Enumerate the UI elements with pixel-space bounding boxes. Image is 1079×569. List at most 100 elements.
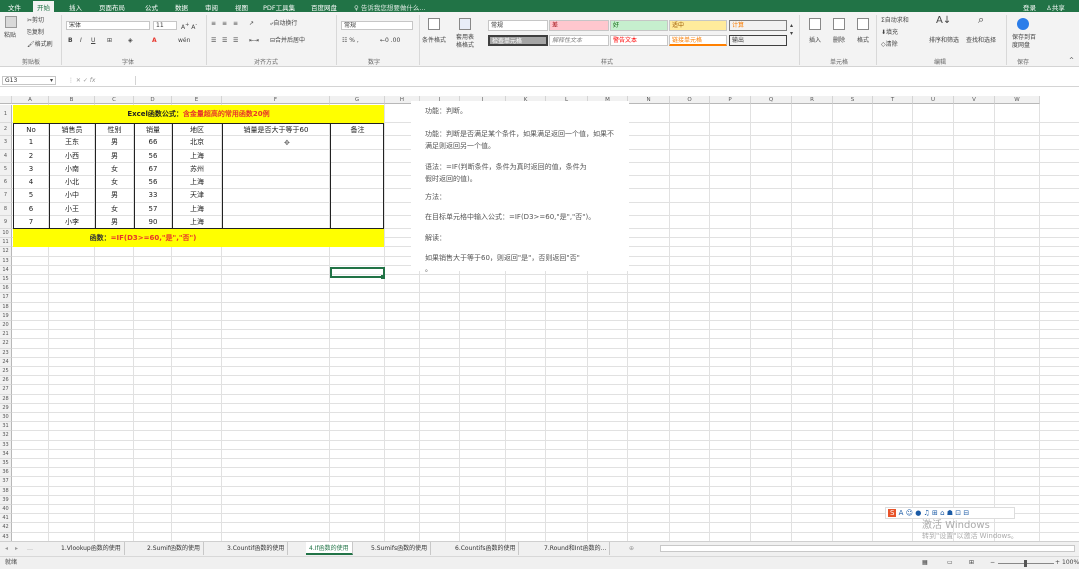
table-cell[interactable]: 7: [13, 217, 49, 227]
row-header[interactable]: 14: [0, 265, 12, 275]
font-size-select[interactable]: 11: [153, 21, 177, 30]
table-cell[interactable]: 67: [134, 164, 172, 174]
align-left-icon[interactable]: ☰: [211, 37, 216, 45]
tab-page-layout[interactable]: 页面布局: [99, 2, 125, 12]
table-cell[interactable]: 1: [13, 137, 49, 147]
save-to-baidu-button[interactable]: 保存到百度网盘: [1012, 34, 1036, 50]
row-header[interactable]: 28: [0, 394, 12, 404]
sheet-tab[interactable]: 6.Countifs函数的使用: [452, 542, 520, 555]
row-header[interactable]: 13: [0, 256, 12, 266]
column-header[interactable]: F: [222, 96, 330, 104]
table-cell[interactable]: 王东: [49, 137, 95, 147]
delete-cells-button[interactable]: 删除: [833, 37, 845, 45]
row-header[interactable]: 29: [0, 403, 12, 413]
table-cell[interactable]: 男: [95, 137, 134, 147]
page-layout-icon[interactable]: ▭: [947, 559, 953, 567]
wrap-text-button[interactable]: ⤶自动换行: [270, 20, 297, 28]
tab-pdf-tools[interactable]: PDF工具集: [263, 2, 295, 12]
row-header[interactable]: 10: [0, 229, 12, 239]
column-header[interactable]: C: [95, 96, 134, 104]
align-top-icon[interactable]: ≡: [211, 20, 216, 28]
table-format-button[interactable]: 套用表格格式: [456, 34, 478, 50]
currency-icon[interactable]: ☷ % ,: [342, 37, 359, 45]
table-cell[interactable]: 90: [134, 217, 172, 227]
table-cell[interactable]: 男: [95, 151, 134, 161]
tell-me-search[interactable]: ♀ 告诉我您想要做什么...: [354, 2, 426, 12]
row-header[interactable]: 4: [0, 149, 12, 163]
formula-bar-icons[interactable]: ⋮ ✕ ✓ fx: [68, 77, 95, 85]
sheet-tab[interactable]: 2.Sumif函数的使用: [144, 542, 204, 555]
style-linked-cell[interactable]: 链接单元格: [669, 35, 727, 46]
column-header[interactable]: U: [913, 96, 954, 104]
row-header[interactable]: 16: [0, 284, 12, 294]
style-warning[interactable]: 警告文本: [610, 35, 668, 46]
sheet-tab-active[interactable]: 4.If函数的使用: [306, 542, 353, 555]
conditional-format-button[interactable]: 条件格式: [422, 37, 446, 45]
insert-cells-icon[interactable]: [809, 18, 821, 30]
row-header[interactable]: 18: [0, 302, 12, 312]
row-header[interactable]: 39: [0, 495, 12, 505]
row-header[interactable]: 23: [0, 348, 12, 358]
tab-scroll-left-icon[interactable]: ◂: [2, 542, 11, 555]
row-header[interactable]: 8: [0, 202, 12, 216]
normal-view-icon[interactable]: ▦: [922, 559, 928, 567]
name-box[interactable]: G13: [2, 76, 56, 85]
table-cell[interactable]: 女: [95, 164, 134, 174]
row-header[interactable]: 1: [0, 105, 12, 123]
zoom-thumb[interactable]: [1024, 560, 1027, 567]
find-select-button[interactable]: 查找和选择: [966, 37, 996, 45]
formula-caption[interactable]: 函数：=IF(D3>=60,"是","否"): [13, 233, 273, 243]
table-format-icon[interactable]: [459, 18, 471, 30]
style-calculation[interactable]: 计算: [729, 20, 787, 31]
fill-handle[interactable]: [381, 275, 385, 279]
row-header[interactable]: 2: [0, 123, 12, 137]
paste-button[interactable]: 粘贴: [4, 32, 16, 40]
table-cell[interactable]: 6: [13, 204, 49, 214]
phonetic-icon[interactable]: wén: [178, 37, 190, 45]
table-cell[interactable]: 小王: [49, 204, 95, 214]
row-header[interactable]: 26: [0, 376, 12, 386]
column-header[interactable]: W: [995, 96, 1040, 104]
style-check-cell[interactable]: 检查单元格: [488, 35, 548, 46]
align-center-icon[interactable]: ☰: [222, 37, 227, 45]
collapse-ribbon-icon[interactable]: ^: [1069, 57, 1074, 65]
table-header-cell[interactable]: No: [13, 125, 49, 135]
row-header[interactable]: 36: [0, 468, 12, 478]
format-painter-button[interactable]: 🖌格式刷: [27, 41, 53, 49]
table-header-cell[interactable]: 备注: [330, 125, 385, 135]
column-header[interactable]: N: [628, 96, 670, 104]
column-header[interactable]: A: [12, 96, 49, 104]
sort-filter-button[interactable]: 排序和筛选: [929, 37, 959, 45]
column-header[interactable]: E: [172, 96, 222, 104]
table-cell[interactable]: 66: [134, 137, 172, 147]
zoom-out-icon[interactable]: −: [990, 559, 995, 567]
sheet-tab[interactable]: 7.Round和Int函数的...: [541, 542, 611, 555]
column-header[interactable]: D: [134, 96, 172, 104]
table-cell[interactable]: 5: [13, 190, 49, 200]
table-cell[interactable]: 56: [134, 177, 172, 187]
row-header[interactable]: 43: [0, 532, 12, 541]
row-header[interactable]: 7: [0, 189, 12, 203]
merge-center-button[interactable]: ⊟合并后居中: [270, 37, 305, 45]
page-break-icon[interactable]: ⊞: [969, 559, 974, 567]
row-header[interactable]: 30: [0, 413, 12, 423]
styles-scroll-icon[interactable]: ▴ ▾: [790, 22, 793, 38]
row-header[interactable]: 38: [0, 486, 12, 496]
row-header[interactable]: 21: [0, 330, 12, 340]
row-header[interactable]: 15: [0, 275, 12, 285]
row-header[interactable]: 24: [0, 357, 12, 367]
format-cells-icon[interactable]: [857, 18, 869, 30]
table-cell[interactable]: 小李: [49, 217, 95, 227]
underline-icon[interactable]: U: [91, 37, 95, 45]
font-name-select[interactable]: 宋体: [66, 21, 150, 30]
horizontal-scrollbar[interactable]: [660, 545, 1075, 552]
orientation-icon[interactable]: ↗: [249, 20, 254, 28]
table-cell[interactable]: 4: [13, 177, 49, 187]
font-color-icon[interactable]: A: [152, 37, 157, 45]
table-cell[interactable]: 苏州: [172, 164, 222, 174]
table-header-cell[interactable]: 地区: [172, 125, 222, 135]
signin-link[interactable]: 登录: [1023, 2, 1036, 12]
row-header[interactable]: 17: [0, 293, 12, 303]
style-bad[interactable]: 差: [549, 20, 609, 31]
tab-view[interactable]: 视图: [235, 2, 248, 12]
